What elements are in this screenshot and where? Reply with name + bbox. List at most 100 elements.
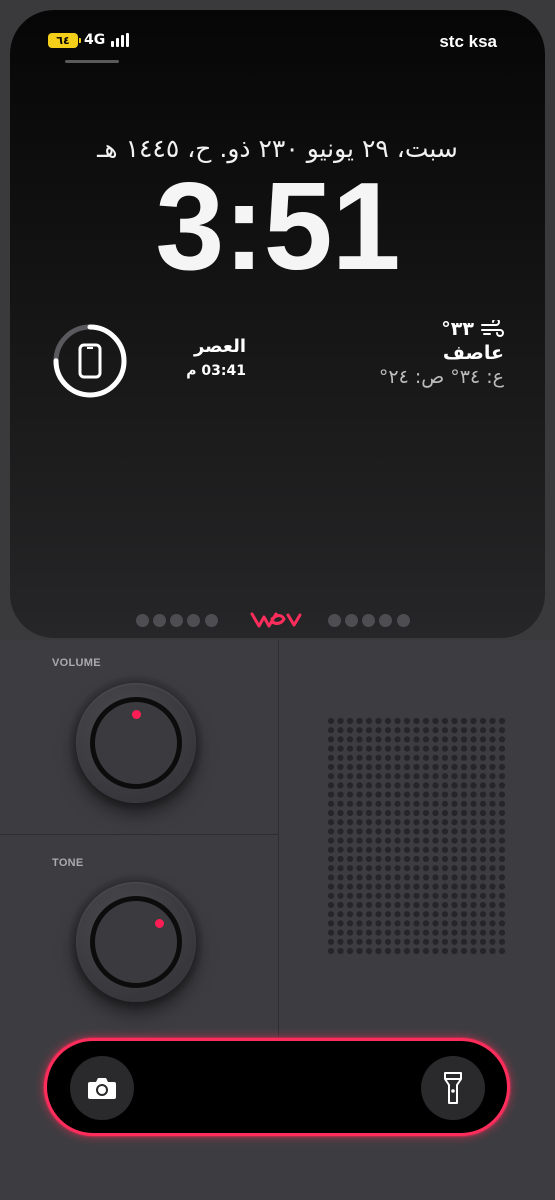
grille-hole (441, 938, 449, 945)
grille-hole (489, 947, 496, 955)
flashlight-button[interactable] (421, 1056, 485, 1120)
grille-hole (365, 929, 373, 936)
grille-hole (394, 727, 401, 734)
grille-hole (441, 947, 449, 955)
page-dot[interactable] (345, 614, 358, 627)
grille-hole (413, 911, 420, 918)
grille-hole (451, 717, 458, 725)
grille-hole (327, 874, 335, 881)
grille-hole (394, 929, 401, 936)
camera-button[interactable] (70, 1056, 134, 1120)
page-dot[interactable] (136, 614, 149, 627)
page-dot[interactable] (379, 614, 392, 627)
grille-hole (479, 920, 487, 927)
panel-divider-horizontal (0, 834, 278, 835)
tone-knob[interactable] (68, 874, 204, 1010)
grille-hole (394, 791, 401, 798)
grille-hole (479, 911, 487, 918)
weather-widget[interactable]: ٣٣° عاصف ع: ٣٤° ص: ٢٤° (379, 318, 504, 388)
volume-knob-indicator (132, 710, 141, 719)
grille-hole (460, 846, 468, 853)
grille-hole (498, 846, 506, 853)
grille-hole (441, 911, 449, 918)
grille-hole (432, 727, 439, 734)
grille-hole (394, 874, 401, 881)
grille-hole (470, 754, 477, 761)
page-dot[interactable] (328, 614, 341, 627)
grille-hole (356, 809, 363, 817)
grille-hole (489, 736, 496, 743)
grille-hole (441, 920, 449, 927)
camera-icon (88, 1078, 116, 1099)
grille-hole (327, 929, 335, 936)
grille-hole (384, 773, 392, 780)
grille-hole (413, 800, 420, 807)
page-dot[interactable] (170, 614, 183, 627)
weather-high-low: ع: ٣٤° ص: ٢٤° (378, 366, 504, 388)
grille-hole (441, 929, 449, 936)
grille-hole (460, 855, 468, 863)
grille-hole (498, 929, 506, 936)
prayer-widget[interactable]: العصر 03:41 م (176, 336, 246, 379)
grille-hole (327, 736, 335, 743)
volume-knob[interactable] (68, 675, 204, 811)
grille-hole (346, 874, 354, 881)
grille-hole (460, 782, 468, 789)
grille-hole (384, 855, 392, 863)
grille-hole (356, 727, 363, 734)
page-dot[interactable] (153, 614, 166, 627)
grille-hole (498, 773, 506, 780)
grille-hole (498, 791, 506, 798)
grille-hole (460, 745, 468, 752)
grille-hole (413, 727, 420, 734)
grille-hole (327, 773, 335, 780)
battery-ring-widget[interactable] (50, 321, 130, 401)
grille-hole (441, 865, 449, 872)
page-dot[interactable] (187, 614, 200, 627)
grille-hole (479, 791, 487, 798)
grille-hole (327, 763, 335, 771)
page-dot[interactable] (397, 614, 410, 627)
grille-hole (384, 754, 392, 761)
grille-hole (403, 901, 411, 909)
grille-hole (489, 883, 496, 890)
grille-hole (470, 920, 477, 927)
grille-hole (356, 846, 363, 853)
grille-hole (327, 809, 335, 817)
grille-hole (422, 819, 430, 826)
grille-hole (498, 938, 506, 945)
grille-hole (346, 727, 354, 734)
grille-hole (327, 892, 335, 899)
grille-hole (489, 874, 496, 881)
grille-hole (441, 837, 449, 844)
grille-hole (460, 800, 468, 807)
grille-hole (432, 828, 439, 835)
page-dot[interactable] (362, 614, 375, 627)
grille-hole (489, 938, 496, 945)
grille-hole (337, 920, 344, 927)
grille-hole (441, 800, 449, 807)
grille-hole (470, 901, 477, 909)
grille-hole (432, 754, 439, 761)
grille-hole (422, 938, 430, 945)
grille-hole (479, 745, 487, 752)
tone-knob-indicator (155, 919, 164, 928)
grille-hole (337, 911, 344, 918)
grille-hole (451, 947, 458, 955)
grille-hole (451, 819, 458, 826)
grille-hole (346, 911, 354, 918)
page-dot[interactable] (205, 614, 218, 627)
grille-hole (422, 947, 430, 955)
grille-hole (451, 938, 458, 945)
grille-hole (356, 901, 363, 909)
grille-hole (413, 791, 420, 798)
grille-hole (346, 800, 354, 807)
grille-hole (451, 911, 458, 918)
speaker-grille (327, 717, 506, 955)
grille-hole (384, 782, 392, 789)
grille-hole (356, 874, 363, 881)
wind-icon (481, 320, 504, 337)
grille-hole (413, 938, 420, 945)
grille-hole (327, 727, 335, 734)
grille-hole (356, 791, 363, 798)
